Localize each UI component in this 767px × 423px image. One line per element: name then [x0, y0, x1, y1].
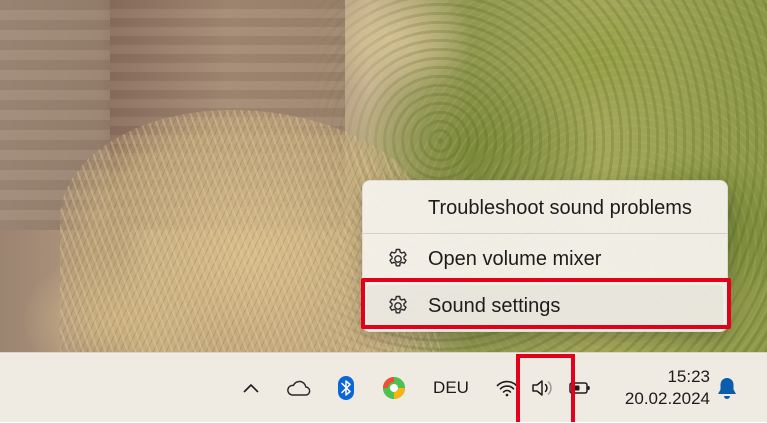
- clock-time: 15:23: [667, 367, 710, 386]
- menu-item-sound-settings[interactable]: Sound settings: [367, 285, 723, 327]
- input-language-indicator[interactable]: DEU: [428, 353, 474, 423]
- show-hidden-icons-button[interactable]: [238, 353, 264, 423]
- wifi-icon: [496, 379, 518, 397]
- gear-icon: [386, 294, 410, 318]
- onedrive-button[interactable]: [283, 353, 313, 423]
- menu-item-label: Troubleshoot sound problems: [428, 197, 692, 219]
- notification-bell-icon: [716, 376, 738, 400]
- network-button[interactable]: [494, 353, 520, 423]
- edge-browser-icon: [382, 376, 406, 400]
- chevron-up-icon: [243, 383, 259, 393]
- edge-button[interactable]: [380, 353, 408, 423]
- sound-context-menu: Troubleshoot sound problems Open volume …: [362, 180, 728, 332]
- clock-date-button[interactable]: 15:23 20.02.2024: [610, 353, 710, 423]
- volume-button[interactable]: [528, 353, 558, 423]
- cloud-icon: [285, 379, 311, 397]
- bluetooth-button[interactable]: [333, 353, 359, 423]
- volume-speaker-icon: [531, 378, 555, 398]
- battery-button[interactable]: [565, 353, 595, 423]
- taskbar: DEU 15:23 20.02.2024: [0, 352, 767, 422]
- notification-center-button[interactable]: [712, 353, 742, 423]
- menu-divider: [363, 233, 727, 234]
- menu-item-label: Sound settings: [428, 295, 561, 317]
- battery-icon: [569, 381, 591, 395]
- gear-icon: [386, 247, 410, 271]
- menu-item-label: Open volume mixer: [428, 248, 602, 270]
- bluetooth-icon: [337, 375, 355, 401]
- menu-item-open-volume-mixer[interactable]: Open volume mixer: [367, 238, 723, 280]
- clock-date: 20.02.2024: [624, 389, 710, 408]
- menu-item-troubleshoot-sound[interactable]: Troubleshoot sound problems: [367, 187, 723, 229]
